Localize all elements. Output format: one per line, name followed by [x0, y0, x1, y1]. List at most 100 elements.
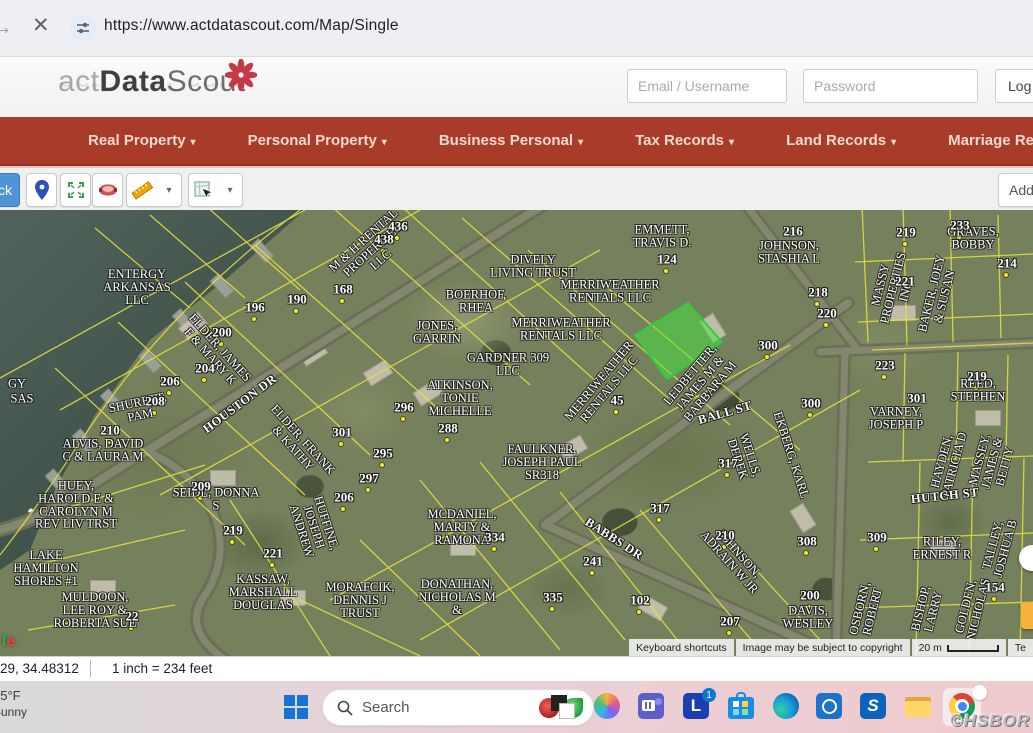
parcel-owner-label[interactable]: DIVELY LIVING TRUST	[490, 253, 576, 279]
weather-widget[interactable]: 75°F Sunny	[0, 688, 27, 720]
parcel-number[interactable]: 334	[485, 530, 505, 543]
parcel-number[interactable]: 317	[650, 501, 670, 514]
parcel-number[interactable]: 223	[875, 358, 895, 371]
parcel-number[interactable]: 219	[967, 369, 987, 382]
task-view-icon[interactable]	[549, 693, 577, 721]
location-pin-button[interactable]	[26, 173, 57, 207]
parcel-number[interactable]: 102	[630, 593, 650, 606]
parcel-number[interactable]: 221	[263, 546, 283, 559]
attribution-item[interactable]: Keyboard shortcuts	[629, 639, 733, 656]
measure-button[interactable]	[126, 173, 158, 207]
parcel-owner-label[interactable]: EMMETT, TRAVIS D.	[633, 223, 692, 249]
copilot-icon[interactable]	[594, 693, 622, 721]
parcel-number[interactable]: 200	[212, 325, 232, 338]
parcel-owner-label[interactable]: DONATHAN, NICHOLAS M &	[418, 578, 495, 616]
address-bar[interactable]: https://www.actdatascout.com/Map/Single	[104, 17, 399, 35]
parcel-number[interactable]: 218	[808, 285, 828, 298]
attribution-item[interactable]: Te	[1008, 639, 1033, 656]
edge-icon[interactable]	[773, 693, 801, 721]
parcel-number[interactable]: 233	[950, 218, 970, 231]
forward-icon[interactable]: →	[0, 14, 13, 40]
parcel-owner-label[interactable]: LAKE HAMILTON SHORES #1	[13, 549, 78, 587]
parcel-owner-label[interactable]: SAS	[11, 393, 34, 406]
parcel-number[interactable]: 210	[100, 423, 120, 436]
parcel-number[interactable]: 206	[160, 374, 180, 387]
email-field[interactable]	[627, 69, 787, 103]
parcel-number[interactable]: 204	[195, 361, 215, 374]
parcel-owner-label[interactable]: BOERHOF, RHEA	[446, 288, 506, 314]
pegman-icon[interactable]	[1021, 602, 1033, 629]
parcel-number[interactable]: 295	[373, 446, 393, 459]
parcel-number[interactable]: 317	[718, 456, 738, 469]
nav-item-marriage-records[interactable]: Marriage Records▾	[948, 132, 1033, 149]
parcel-owner-label[interactable]: MULDOON, LEE ROY & ROBERTA SUE	[54, 591, 137, 629]
select-dropdown[interactable]: ▾	[218, 173, 243, 207]
parcel-number[interactable]: 296	[394, 400, 414, 413]
parcel-number[interactable]: 301	[332, 425, 352, 438]
fullscreen-button[interactable]	[60, 173, 91, 207]
login-button[interactable]: Log in	[995, 69, 1033, 103]
l-app-icon[interactable]: L 1	[683, 693, 711, 721]
site-info-icon[interactable]	[70, 15, 96, 41]
s-app-icon[interactable]: S	[860, 693, 888, 721]
parcel-owner-label[interactable]: MERRIWEATHER RENTALS LLC	[511, 316, 610, 342]
parcel-number[interactable]: 214	[997, 256, 1017, 269]
stop-icon[interactable]: ✕	[32, 13, 50, 38]
address-button[interactable]: Addr	[998, 173, 1033, 207]
parcel-number[interactable]: 288	[438, 421, 458, 434]
nav-item-business-personal[interactable]: Business Personal▾	[439, 132, 583, 149]
nav-item-personal-property[interactable]: Personal Property▾	[248, 132, 387, 149]
alexa-icon[interactable]	[816, 693, 844, 721]
parcel-owner-label[interactable]: MORAFCIK, DENNIS J TRUST	[325, 581, 394, 619]
parcel-number[interactable]: 219	[223, 523, 243, 536]
parcel-number[interactable]: 300	[801, 396, 821, 409]
nav-item-tax-records[interactable]: Tax Records▾	[635, 132, 734, 149]
parcel-number[interactable]: 210	[715, 528, 735, 541]
parcel-owner-label[interactable]: MERRIWEATHER RENTALS LLC	[560, 278, 659, 304]
parcel-owner-label[interactable]: DAVIS, WESLEY	[783, 604, 834, 630]
password-field[interactable]	[803, 69, 978, 103]
parcel-number[interactable]: 190	[287, 292, 307, 305]
parcel-number[interactable]: 45	[611, 393, 624, 406]
nav-item-real-property[interactable]: Real Property▾	[88, 132, 196, 149]
select-parcel-button[interactable]	[188, 173, 219, 207]
file-explorer-icon[interactable]	[904, 693, 932, 721]
parcel-number[interactable]: 241	[583, 554, 603, 567]
parcel-number[interactable]: 154	[985, 580, 1005, 593]
parcel-number[interactable]: 22	[126, 609, 139, 622]
parcel-number[interactable]: 208	[145, 394, 165, 407]
parcel-number[interactable]: 207	[720, 614, 740, 627]
parcel-owner-label[interactable]: GARDNER 309 LLC	[467, 351, 549, 377]
parcel-map[interactable]: ENTERGY ARKANSAS LLCM & H RENTAL PROPERT…	[0, 210, 1033, 656]
parcel-owner-label[interactable]: ALVIS, DAVID C & LAURA M	[63, 437, 144, 463]
streetview-car-button[interactable]	[92, 173, 123, 207]
parcel-owner-label[interactable]: ENTERGY ARKANSAS LLC	[103, 268, 170, 306]
parcel-number[interactable]: 216	[783, 224, 803, 237]
back-button[interactable]: ck	[0, 173, 20, 207]
parcel-owner-label[interactable]: RILEY, ERNEST R	[913, 535, 971, 561]
parcel-owner-label[interactable]: FAULKNER, JOSEPH PAUL SR318	[502, 443, 581, 481]
parcel-number[interactable]: 196	[245, 300, 265, 313]
parcel-number[interactable]: 168	[333, 282, 353, 295]
parcel-owner-label[interactable]: HUEY, HAROLD E & CAROLYN M REV LIV TRST	[35, 480, 117, 531]
parcel-number[interactable]: 221	[895, 274, 915, 287]
parcel-number[interactable]: 301	[907, 391, 927, 404]
parcel-number[interactable]: 297	[359, 471, 379, 484]
parcel-number[interactable]: 308	[797, 534, 817, 547]
parcel-number[interactable]: 209	[191, 479, 211, 492]
parcel-number[interactable]: 220	[817, 306, 837, 319]
microsoft-store-icon[interactable]	[728, 693, 756, 721]
start-button[interactable]	[284, 695, 308, 719]
parcel-owner-label[interactable]: JOHNSON, STASHIA L	[758, 239, 820, 265]
parcel-number[interactable]: 124	[657, 252, 677, 265]
parcel-number[interactable]: 335	[543, 590, 563, 603]
teams-icon[interactable]	[638, 693, 666, 721]
parcel-number[interactable]: 300	[758, 338, 778, 351]
parcel-number[interactable]: 200	[800, 588, 820, 601]
parcel-owner-label[interactable]: KASSAW, MARSHALL DOUGLAS	[229, 573, 298, 611]
nav-item-land-records[interactable]: Land Records▾	[786, 132, 896, 149]
parcel-number[interactable]: 206	[334, 490, 354, 503]
parcel-owner-label[interactable]: VARNEY, JOSEPH P	[869, 405, 924, 431]
parcel-number[interactable]: 219	[896, 225, 916, 238]
parcel-number[interactable]: 309	[867, 530, 887, 543]
